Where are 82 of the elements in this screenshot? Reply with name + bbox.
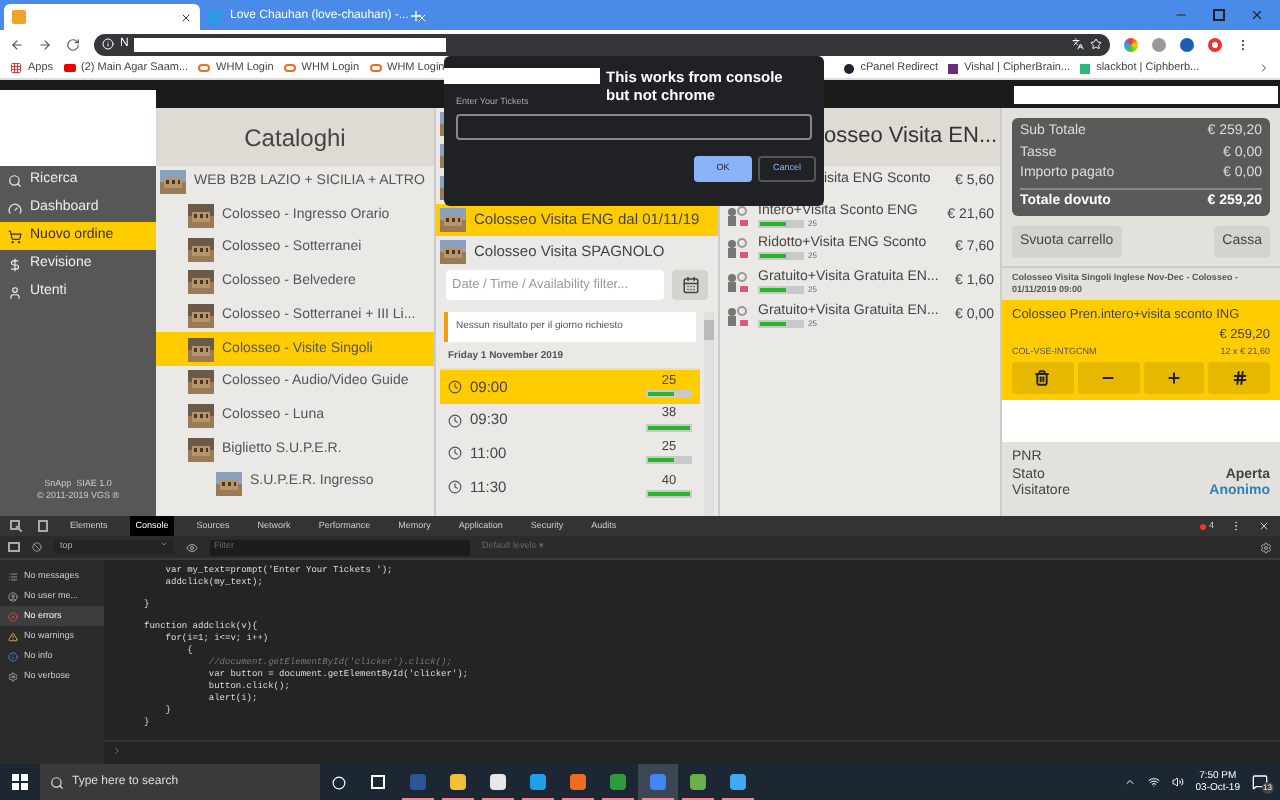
running-indicator: [402, 798, 434, 800]
visitors-icon: [726, 305, 752, 328]
close-icon[interactable]: [180, 11, 192, 23]
trash-icon: [1034, 370, 1051, 387]
clock-icon: [448, 446, 462, 461]
tab-favicon-icon: [208, 10, 222, 24]
settings-icon[interactable]: [1260, 541, 1272, 553]
app-icon: [690, 774, 706, 790]
error-icon: [8, 611, 18, 621]
site-icon: [948, 63, 959, 73]
tickets-input[interactable]: [456, 113, 812, 140]
reload-icon[interactable]: [66, 37, 80, 51]
app-icon: [730, 774, 746, 790]
search-icon: [50, 775, 64, 789]
plus-icon: [1165, 370, 1182, 387]
user-icon: [8, 285, 22, 299]
running-indicator: [482, 798, 514, 800]
panel-header: Cataloghi: [156, 108, 434, 166]
clock-icon: [448, 379, 462, 394]
prompt-icon: [112, 746, 122, 756]
inspect-icon[interactable]: [10, 520, 22, 532]
maximize-icon[interactable]: [1212, 8, 1226, 22]
visitors-icon: [726, 205, 752, 228]
play-icon: [63, 64, 76, 72]
user-icon: [8, 591, 18, 601]
new-tab-icon[interactable]: [408, 8, 424, 24]
dollar-icon: [8, 257, 22, 271]
eye-icon[interactable]: [186, 541, 198, 553]
visitors-icon: [726, 238, 752, 261]
volume-icon[interactable]: [1171, 776, 1184, 788]
notifications-icon[interactable]: [1252, 774, 1268, 790]
app-icon: [410, 774, 426, 790]
bookmark-star-icon[interactable]: [1090, 38, 1102, 50]
cortana-icon[interactable]: [332, 775, 346, 789]
calendar-button[interactable]: [672, 270, 708, 300]
app-icon: [610, 774, 626, 790]
more-bookmarks-icon[interactable]: [1258, 62, 1270, 74]
running-indicator: [442, 798, 474, 800]
clock-icon: [448, 479, 462, 494]
task-view-icon[interactable]: [370, 774, 386, 790]
info-icon: [102, 38, 114, 50]
visitors-icon: [726, 271, 752, 294]
sidebar-toggle-icon[interactable]: [8, 542, 20, 552]
forward-icon[interactable]: [38, 37, 52, 51]
link-icon: [369, 64, 382, 72]
running-indicator: [642, 798, 674, 800]
app-icon: [570, 774, 586, 790]
hash-icon: [1231, 370, 1248, 387]
app-icon: [450, 774, 466, 790]
app-icon: [650, 774, 666, 790]
scrollbar[interactable]: [704, 312, 714, 516]
back-icon[interactable]: [10, 37, 24, 51]
quantity-button[interactable]: [1208, 362, 1270, 395]
running-indicator: [722, 798, 754, 800]
info-icon: [8, 651, 18, 661]
apps-icon: [10, 62, 22, 74]
list-icon: [8, 571, 18, 581]
gauge-icon: [8, 201, 22, 215]
clear-icon[interactable]: [32, 542, 42, 552]
gear-icon: [8, 671, 18, 681]
cart-icon: [8, 229, 22, 243]
running-indicator: [562, 798, 594, 800]
running-indicator: [602, 798, 634, 800]
network-icon[interactable]: [1147, 776, 1160, 788]
tab-favicon-icon: [12, 10, 26, 24]
site-icon: [844, 63, 855, 73]
device-icon[interactable]: [38, 520, 48, 532]
running-indicator: [682, 798, 714, 800]
tray-chevron-icon[interactable]: [1123, 776, 1136, 788]
warning-icon: [8, 631, 18, 641]
calendar-icon: [681, 276, 699, 294]
app-icon: [530, 774, 546, 790]
translate-icon[interactable]: [1072, 38, 1084, 50]
running-indicator: [522, 798, 554, 800]
link-icon: [198, 64, 211, 72]
delete-button[interactable]: [1012, 362, 1074, 395]
search-icon: [8, 173, 22, 187]
menu-icon[interactable]: [1236, 37, 1250, 51]
site-icon: [1080, 63, 1091, 73]
app-icon: [490, 774, 506, 790]
clock-icon: [448, 413, 462, 428]
link-icon: [283, 64, 296, 72]
